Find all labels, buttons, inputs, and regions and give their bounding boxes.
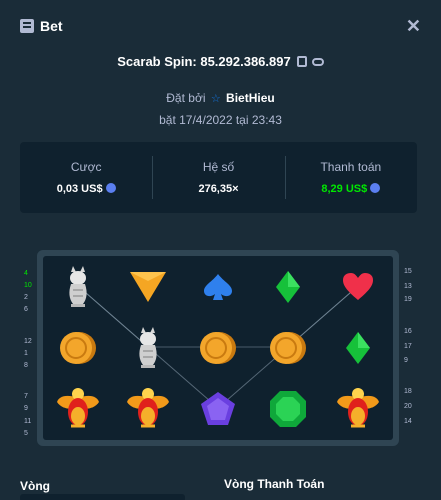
- currency-icon: [370, 183, 381, 193]
- line-number-right: 19: [404, 296, 412, 303]
- modal-header: Bet: [20, 18, 63, 34]
- round-selector[interactable]: [20, 494, 185, 500]
- cat-symbol-icon: [43, 256, 113, 317]
- modal-title: Bet: [40, 18, 63, 34]
- cat-symbol-icon: [113, 317, 183, 378]
- stat-payout-value: 8,29 US$: [321, 183, 368, 195]
- star-icon: ☆: [210, 93, 221, 105]
- placed-by-prefix: Đặt bởi: [166, 91, 206, 105]
- line-number-right: 13: [404, 283, 412, 290]
- spade-symbol-icon: [183, 256, 253, 317]
- line-number-left: 12: [24, 338, 32, 345]
- octagon-symbol-icon: [253, 378, 323, 439]
- bet-stats-panel: Cược 0,03 US$ Hệ số 276,35× Thanh toán 8…: [20, 142, 417, 213]
- placed-by: Đặt bởi ☆ BietHieu: [0, 91, 441, 105]
- diamond-symbol-icon: [323, 317, 393, 378]
- line-number-left: 4: [24, 270, 28, 277]
- heart-symbol-icon: [323, 256, 393, 317]
- copy-icon[interactable]: [296, 56, 307, 67]
- bet-ticket-icon: [20, 19, 34, 33]
- line-number-left: 6: [24, 306, 28, 313]
- stat-payout-label: Thanh toán: [320, 160, 382, 174]
- slot-board: [37, 250, 399, 446]
- coin-symbol-icon: [43, 317, 113, 378]
- bet-modal: Bet ✕ Scarab Spin: 85.292.386.897 Đặt bở…: [0, 0, 441, 500]
- close-icon[interactable]: ✕: [406, 16, 421, 37]
- footer-payout-round-label: Vòng Thanh Toán: [224, 477, 325, 491]
- stat-multiplier-label: Hệ số: [202, 160, 235, 174]
- stat-bet-value: 0,03 US$: [56, 183, 103, 195]
- line-number-left: 9: [24, 405, 28, 412]
- footer-round-label: Vòng: [20, 479, 50, 493]
- stat-multiplier-value: 276,35×: [198, 183, 239, 195]
- stat-multiplier: Hệ số 276,35×: [152, 142, 284, 213]
- line-number-right: 20: [404, 403, 412, 410]
- link-icon[interactable]: [311, 58, 324, 66]
- line-number-right: 17: [404, 343, 412, 350]
- pentagon-symbol-icon: [183, 378, 253, 439]
- line-number-right: 15: [404, 268, 412, 275]
- line-number-right: 18: [404, 388, 412, 395]
- stat-bet-value-row: 0,03 US$: [20, 183, 152, 195]
- stat-payout: Thanh toán 8,29 US$: [284, 142, 417, 213]
- stat-payout-value-row: 8,29 US$: [285, 183, 417, 195]
- stat-bet: Cược 0,03 US$: [20, 142, 152, 213]
- line-number-right: 9: [404, 357, 408, 364]
- line-number-left: 11: [24, 418, 32, 425]
- line-number-left: 1: [24, 350, 28, 357]
- line-number-left: 7: [24, 393, 28, 400]
- game-id-text: Scarab Spin: 85.292.386.897: [117, 54, 291, 69]
- scarab-symbol-icon: [113, 378, 183, 439]
- coin-symbol-icon: [253, 317, 323, 378]
- scarab-symbol-icon: [323, 378, 393, 439]
- triangle-symbol-icon: [113, 256, 183, 317]
- line-number-right: 14: [404, 418, 412, 425]
- line-number-left: 10: [24, 282, 32, 289]
- placed-time: bặt 17/4/2022 tại 23:43: [159, 113, 282, 127]
- reel-grid: [43, 256, 393, 440]
- line-number-right: 16: [404, 328, 412, 335]
- game-id-line: Scarab Spin: 85.292.386.897: [0, 54, 441, 69]
- line-number-left: 8: [24, 362, 28, 369]
- username-link[interactable]: BietHieu: [226, 91, 275, 105]
- diamond-symbol-icon: [253, 256, 323, 317]
- line-number-left: 5: [24, 430, 28, 437]
- currency-icon: [105, 183, 116, 193]
- coin-symbol-icon: [183, 317, 253, 378]
- scarab-symbol-icon: [43, 378, 113, 439]
- stat-bet-label: Cược: [70, 160, 102, 174]
- line-number-left: 2: [24, 294, 28, 301]
